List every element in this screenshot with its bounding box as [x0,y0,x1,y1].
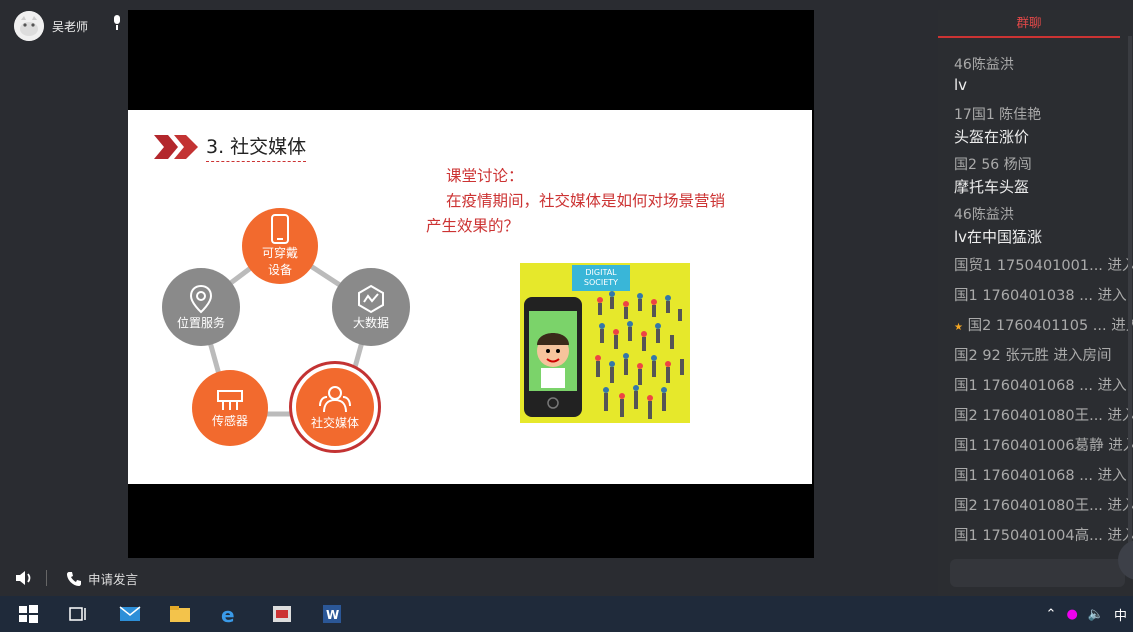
node-wearable-label-2: 设备 [267,263,292,277]
people-icon [319,385,351,412]
message-sender: 46陈益洪 [954,57,1014,73]
system-message: ★ 国2 1760401105 ... 进入 [954,314,1133,335]
system-message: 国1 1750401004高... 进入 [954,528,1133,544]
bottom-control-bar: 申请发言 [0,560,940,596]
windows-start-icon[interactable] [16,602,40,626]
system-message: 国1 1760401038 ... 进入 [954,288,1127,304]
node-social: 社交媒体 [292,364,378,450]
chevron-up-icon[interactable]: ⌃ [1046,607,1057,622]
tab-group-chat[interactable]: 群聊 [938,10,1120,38]
double-chevron-icon [154,135,198,159]
speaker-icon[interactable] [14,570,34,586]
teacher-name: 吴老师 [52,19,89,34]
mail-icon[interactable] [118,602,142,626]
tray-app-icon[interactable]: ● [1066,607,1077,622]
svg-text:SOCIETY: SOCIETY [584,278,618,287]
system-message: 国2 1760401080王... 进入 [954,408,1133,424]
message-text: 头盔在涨价 [954,128,1030,146]
chat-message: 46陈益洪 lv [954,54,1133,94]
slide-title-block: 3. 社交媒体 [154,132,307,162]
message-sender: 17国1 陈佳艳 [954,107,1042,123]
sensor-icon [217,389,243,410]
node-bigdata: 大数据 [332,268,410,346]
phone-icon [271,214,289,244]
message-sender: 46陈益洪 [954,207,1014,223]
node-location-label: 位置服务 [176,315,225,330]
system-message: 国1 1760401068 ... 进入 [954,468,1127,484]
svg-text:W: W [326,608,339,622]
system-message: 国贸1 1750401001... 进入 [954,258,1133,274]
location-pin-icon [189,284,213,313]
svg-text:DIGITAL: DIGITAL [585,268,617,277]
slide-title: 3. 社交媒体 [206,132,307,162]
message-text: lv [954,76,968,94]
task-view-icon[interactable] [66,602,90,626]
node-social-label: 社交媒体 [310,415,359,430]
apply-label: 申请发言 [88,572,139,587]
node-sensor: 传感器 [192,370,268,446]
chat-input[interactable] [950,559,1125,587]
node-sensor-label: 传感器 [211,413,248,428]
svg-text:e: e [221,603,235,626]
word-icon[interactable]: W [320,602,344,626]
presentation-slide: 3. 社交媒体 可穿戴 设备 大数据 位置服务 传感器 社交媒体 课堂讨论： 在… [128,110,812,484]
ime-indicator[interactable]: 中 [1114,605,1127,624]
system-message: 国2 92 张元胜 进入房间 [954,348,1112,364]
chat-message: 17国1 陈佳艳 头盔在涨价 [954,104,1133,147]
iot-diagram: 可穿戴 设备 大数据 位置服务 传感器 社交媒体 [156,206,416,456]
system-message-text: 国2 1760401105 ... 进入 [967,318,1133,334]
app-window-icon[interactable] [270,602,294,626]
apply-to-speak-button[interactable]: 申请发言 [66,569,138,588]
chat-message: 国2 56 杨闯 摩托车头盔 [954,154,1133,197]
message-sender: 国2 56 杨闯 [954,157,1032,173]
edge-browser-icon[interactable]: e [218,602,242,626]
volume-icon[interactable]: 🔈 [1088,607,1104,622]
discussion-line-2: 产生效果的？ [426,217,520,235]
windows-taskbar: e W ⌃ ● 🔈 中 [0,596,1133,632]
node-wearable-label-1: 可穿戴 [261,246,298,260]
discussion-heading: 课堂讨论： [446,167,524,185]
chat-panel: 群聊 46陈益洪 lv 17国1 陈佳艳 头盔在涨价 国2 56 杨闯 摩托车头… [938,10,1133,596]
message-text: 摩托车头盔 [954,178,1030,196]
divider [46,570,47,586]
teacher-avatar [14,11,44,41]
file-explorer-icon[interactable] [168,602,192,626]
discussion-text: 课堂讨论： 在疫情期间，社交媒体是如何对场景营销 产生效果的？ [426,164,786,239]
message-text: lv在中国猛涨 [954,228,1043,246]
system-message: 国1 1760401006葛静 进入 [954,438,1133,454]
microphone-icon [114,15,120,30]
node-location: 位置服务 [162,268,240,346]
system-message: 国2 1760401080王... 进入 [954,498,1133,514]
chat-message: 46陈益洪 lv在中国猛涨 [954,204,1133,247]
chat-scrollbar[interactable] [1128,36,1132,556]
phone-call-icon [67,571,81,586]
node-wearable: 可穿戴 设备 [242,208,318,284]
star-icon: ★ [954,322,963,333]
teacher-info[interactable]: 吴老师 [14,11,89,41]
hexagon-chart-icon [358,284,384,313]
digital-society-image: DIGITAL SOCIETY [520,263,690,423]
system-tray: ⌃ ● 🔈 中 [1046,605,1127,624]
system-message: 国1 1760401068 ... 进入 [954,378,1127,394]
discussion-line-1: 在疫情期间，社交媒体是如何对场景营销 [446,192,726,210]
node-bigdata-label: 大数据 [352,315,389,330]
